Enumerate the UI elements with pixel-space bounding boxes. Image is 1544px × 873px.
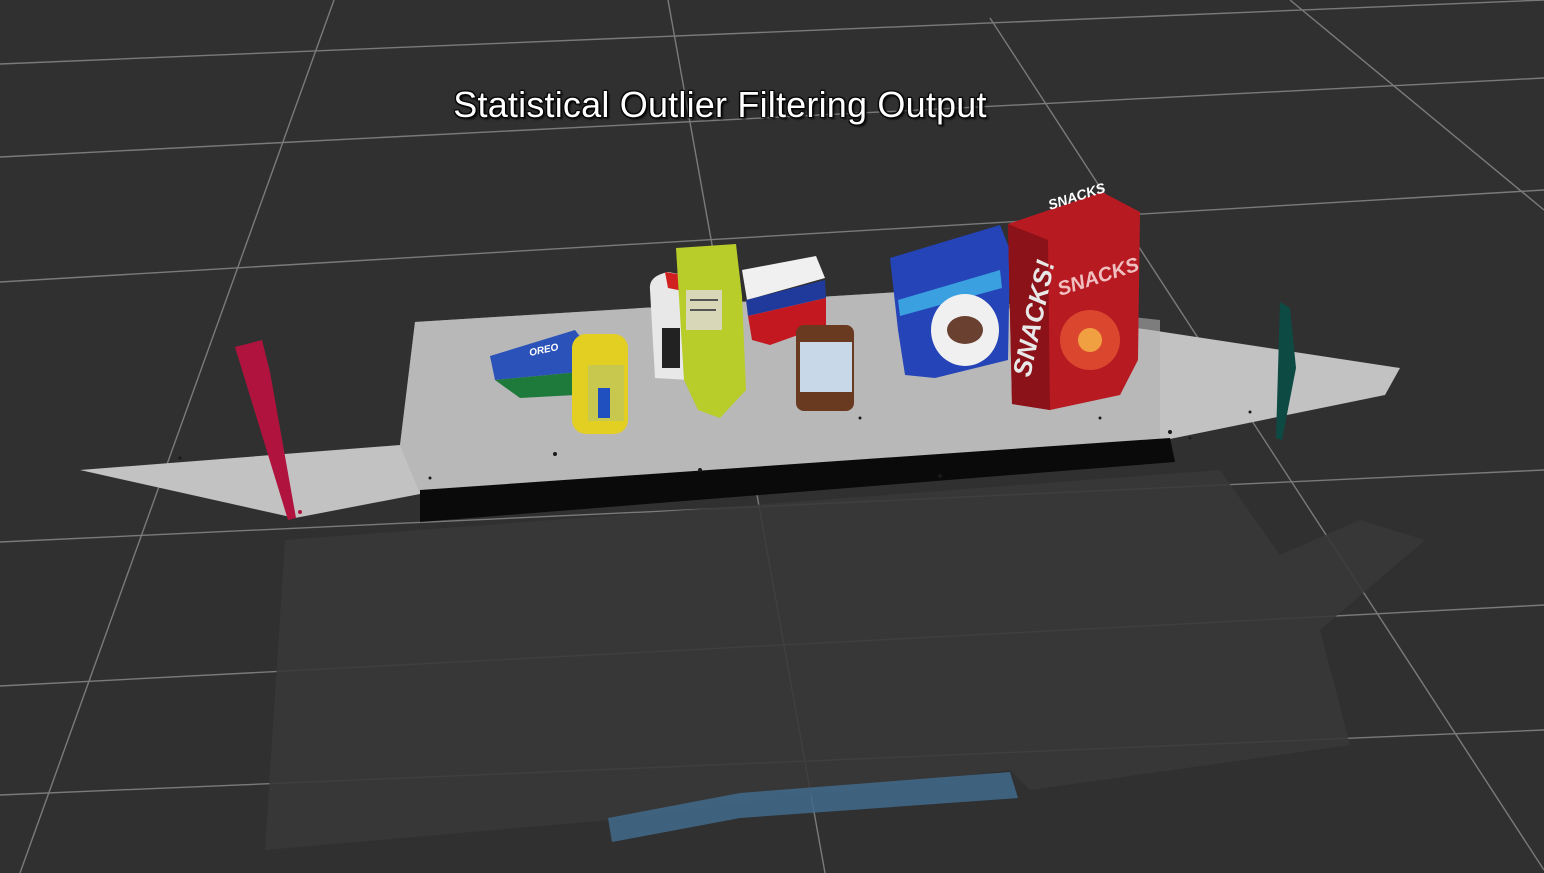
object-snacks: SNACKS SNACKS SNACKS! bbox=[1007, 179, 1142, 410]
point-cloud-scene: OREO SNACKS SNACKS SNACKS! bbox=[0, 0, 1544, 873]
overlay-title: Statistical Outlier Filtering Output bbox=[453, 84, 987, 125]
object-soap bbox=[572, 334, 628, 434]
teal-marker-pole bbox=[1276, 302, 1296, 440]
object-sticky-notes bbox=[890, 225, 1010, 378]
rviz-3d-viewport[interactable]: OREO SNACKS SNACKS SNACKS! Statistical O… bbox=[0, 0, 1544, 873]
object-jar bbox=[796, 325, 854, 411]
